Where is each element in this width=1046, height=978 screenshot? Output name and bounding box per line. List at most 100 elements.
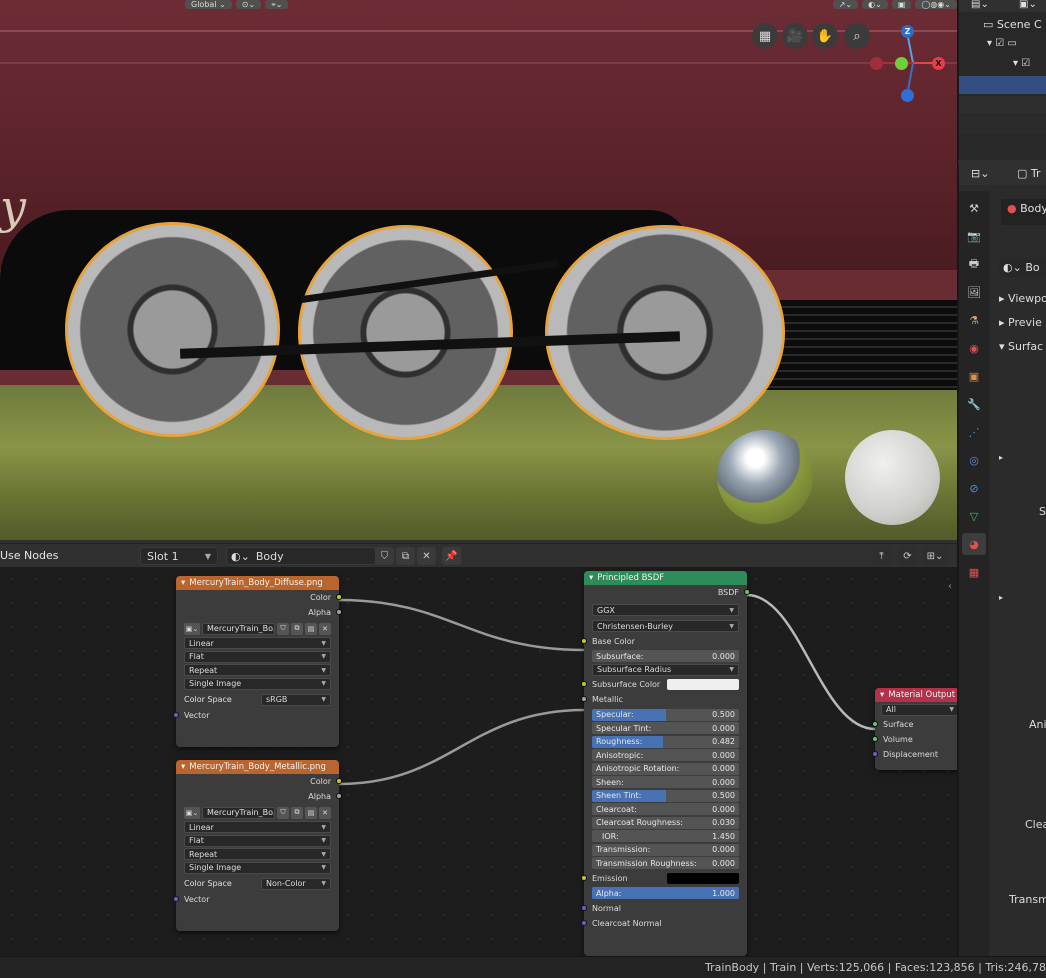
xray-icon[interactable]: ▣ — [891, 0, 912, 9]
pivot-icon[interactable]: ⊙⌄ — [235, 0, 262, 9]
gizmo-neg-x-axis[interactable] — [870, 57, 883, 70]
material-datablock-selector[interactable]: ◐⌄ Bo — [999, 259, 1046, 277]
modifier-wrench-icon[interactable]: 🔧 — [962, 393, 986, 415]
specular-slider[interactable]: Specular: 0.500 — [592, 708, 739, 721]
node-canvas[interactable]: ▾ MercuryTrain_Body_Diffuse.png Color Alp… — [0, 567, 957, 956]
duplicate-image-icon[interactable]: ⧉ — [291, 622, 303, 635]
subsurface-color-socket[interactable] — [581, 681, 587, 687]
emission-socket[interactable] — [581, 874, 587, 881]
normal-socket[interactable] — [581, 904, 587, 911]
overlay-toggle-icon[interactable]: ◐⌄ — [862, 0, 888, 9]
snap-icon[interactable]: ⌖⌄ — [265, 0, 289, 9]
fake-user-shield-icon[interactable]: ⛉ — [277, 622, 289, 635]
image-texture-node-diffuse[interactable]: ▾ MercuryTrain_Body_Diffuse.png Color Alp… — [173, 576, 342, 747]
gizmo-z-axis[interactable]: Z — [901, 25, 914, 38]
outliner[interactable]: ▤⌄ ▣⌄ ▭ Scene C ▾ ☑ ▭ ▾ ☑ — [958, 0, 1046, 160]
node-title-bar[interactable]: ▾ Material Output — [875, 688, 957, 702]
panel-surface[interactable]: ▾ Surfac — [999, 340, 1043, 353]
gizmo-x-axis[interactable]: X — [932, 57, 945, 70]
clearcoat-roughness-slider[interactable]: Clearcoat Roughness: 0.030 — [592, 816, 739, 829]
transmission-roughness-slider[interactable]: Transmission Roughness: 0.000 — [592, 857, 739, 869]
image-name[interactable]: MercuryTrain_Bo... — [202, 622, 275, 635]
projection-dropdown[interactable]: Flat ▼ — [184, 650, 331, 663]
view-layer-tab-icon[interactable]: 🖼 — [962, 281, 986, 303]
sidebar-toggle-chevron-icon[interactable]: ‹ — [948, 581, 952, 592]
node-title-bar[interactable]: ▾ MercuryTrain_Body_Metallic.png — [176, 760, 339, 774]
vector-input-socket[interactable] — [173, 712, 179, 718]
camera-view-icon[interactable]: 🎥 — [782, 23, 808, 49]
subsurface-radius-dropdown[interactable]: Subsurface Radius ▼ — [592, 663, 739, 676]
extension-dropdown[interactable]: Repeat ▼ — [184, 664, 331, 676]
clearcoat-slider[interactable]: Clearcoat: 0.000 — [592, 803, 739, 815]
bsdf-output-socket[interactable] — [744, 589, 750, 595]
collection-row[interactable]: ▾ ☑ ▭ — [987, 38, 1017, 49]
metallic-socket[interactable] — [581, 696, 587, 702]
object-row[interactable] — [959, 116, 1046, 134]
properties-editor[interactable]: ⊟⌄ ▢ Tr ⚒ 📷 🖶 🖼 ⚗ ◉ ▣ 🔧 ⋰ ◎ ⊘ ▽ ◕ ▦ ● Bo… — [958, 163, 1046, 956]
use-nodes-label[interactable]: Use Nodes — [0, 549, 59, 562]
subsurface-color-swatch[interactable] — [667, 679, 739, 690]
snap-toggle-icon[interactable]: ⟳ — [898, 547, 917, 565]
material-selector[interactable]: ◐⌄ Body — [226, 547, 376, 565]
extension-dropdown[interactable]: Repeat ▼ — [184, 848, 331, 860]
clearcoat-normal-socket[interactable] — [581, 919, 587, 926]
object-row[interactable]: ▾ ☑ — [1013, 58, 1030, 69]
projection-dropdown[interactable]: Flat ▼ — [184, 834, 331, 847]
material-output-node[interactable]: ▾ Material Output All ▼ Surface Volume Dis… — [872, 688, 957, 770]
output-target-dropdown[interactable]: All ▼ — [881, 703, 957, 716]
interpolation-dropdown[interactable]: Linear ▼ — [184, 637, 331, 649]
sheen-tint-slider[interactable]: Sheen Tint: 0.500 — [592, 789, 739, 802]
3d-viewport[interactable]: y Global ⌄ ⊙⌄ ⌖⌄ ↗⌄ ◐⌄ ▣ ◯◍◉⌄ ▦ 🎥 ✋ ⌕ Z … — [0, 0, 957, 540]
sheen-slider[interactable]: Sheen: 0.000 — [592, 776, 739, 788]
object-tab-icon[interactable]: ▣ — [962, 365, 986, 387]
node-title-bar[interactable]: ▾ Principled BSDF — [584, 571, 747, 585]
collapse-icon[interactable]: ▾ — [880, 690, 884, 700]
color-output-socket[interactable] — [336, 594, 342, 600]
grid-view-icon[interactable]: ▦ — [752, 23, 778, 49]
volume-input-socket[interactable] — [872, 736, 878, 742]
filter-icon[interactable]: ▣⌄ — [1019, 0, 1037, 10]
output-tab-icon[interactable]: 🖶 — [962, 253, 986, 275]
pan-hand-icon[interactable]: ✋ — [812, 23, 838, 49]
display-mode-icon[interactable]: ▤⌄ — [971, 0, 989, 10]
surface-input-socket[interactable] — [872, 721, 878, 727]
duplicate-image-icon[interactable]: ⧉ — [291, 806, 303, 819]
base-color-socket[interactable] — [581, 637, 587, 644]
gizmo-neg-z-axis[interactable] — [901, 89, 914, 102]
material-slot-list[interactable]: ● Body — [1001, 199, 1046, 225]
object-data-tab-icon[interactable]: ▽ — [962, 505, 986, 527]
panel-viewport-display[interactable]: ▸ Viewpo — [999, 292, 1046, 305]
principled-bsdf-node[interactable]: ▾ Principled BSDF BSDF GGX ▼ Christensen-B… — [581, 571, 750, 956]
subsurface-slider[interactable]: Subsurface: 0.000 — [592, 650, 739, 662]
pin-icon[interactable]: 📌 — [442, 547, 461, 565]
slot-dropdown[interactable]: Slot 1 ▼ — [140, 547, 218, 565]
collapse-icon[interactable]: ▾ — [181, 762, 185, 772]
material-tab-icon[interactable]: ◕ — [962, 533, 986, 555]
distribution-dropdown[interactable]: GGX ▼ — [592, 604, 739, 616]
gizmo-toggle-icon[interactable]: ↗⌄ — [832, 0, 859, 9]
source-dropdown[interactable]: Single Image ▼ — [184, 677, 331, 690]
alpha-output-socket[interactable] — [336, 609, 342, 615]
tool-tab-icon[interactable]: ⚒ — [962, 197, 986, 219]
image-browse-icon[interactable]: ▣⌄ — [184, 806, 200, 819]
transform-orientation-dropdown[interactable]: Global ⌄ — [185, 0, 232, 9]
image-texture-node-metallic[interactable]: ▾ MercuryTrain_Body_Metallic.png Color Al… — [173, 760, 342, 931]
open-folder-icon[interactable]: ▤ — [305, 806, 317, 819]
gizmo-y-axis[interactable] — [895, 57, 908, 70]
image-name[interactable]: MercuryTrain_Bo... — [202, 806, 275, 819]
vector-input-socket[interactable] — [173, 896, 179, 902]
image-selector[interactable]: ▣⌄ MercuryTrain_Bo... ⛉ ⧉ ▤ ✕ — [184, 806, 331, 819]
expand-chevron-icon[interactable]: ▸ — [999, 453, 1003, 462]
open-folder-icon[interactable]: ▤ — [305, 622, 317, 635]
subsurface-method-dropdown[interactable]: Christensen-Burley ▼ — [592, 620, 739, 632]
anisotropic-rotation-slider[interactable]: Anisotropic Rotation: 0.000 — [592, 762, 739, 775]
constraints-tab-icon[interactable]: ⊘ — [962, 477, 986, 499]
fake-user-shield-icon[interactable]: ⛉ — [375, 547, 394, 565]
alpha-output-socket[interactable] — [336, 793, 342, 799]
node-title-bar[interactable]: ▾ MercuryTrain_Body_Diffuse.png — [176, 576, 339, 590]
render-tab-icon[interactable]: 📷 — [962, 225, 986, 247]
collapse-icon[interactable]: ▾ — [181, 578, 185, 588]
duplicate-material-icon[interactable]: ⧉ — [396, 547, 415, 565]
image-browse-icon[interactable]: ▣⌄ — [184, 622, 200, 635]
unlink-close-icon[interactable]: ✕ — [319, 622, 331, 635]
